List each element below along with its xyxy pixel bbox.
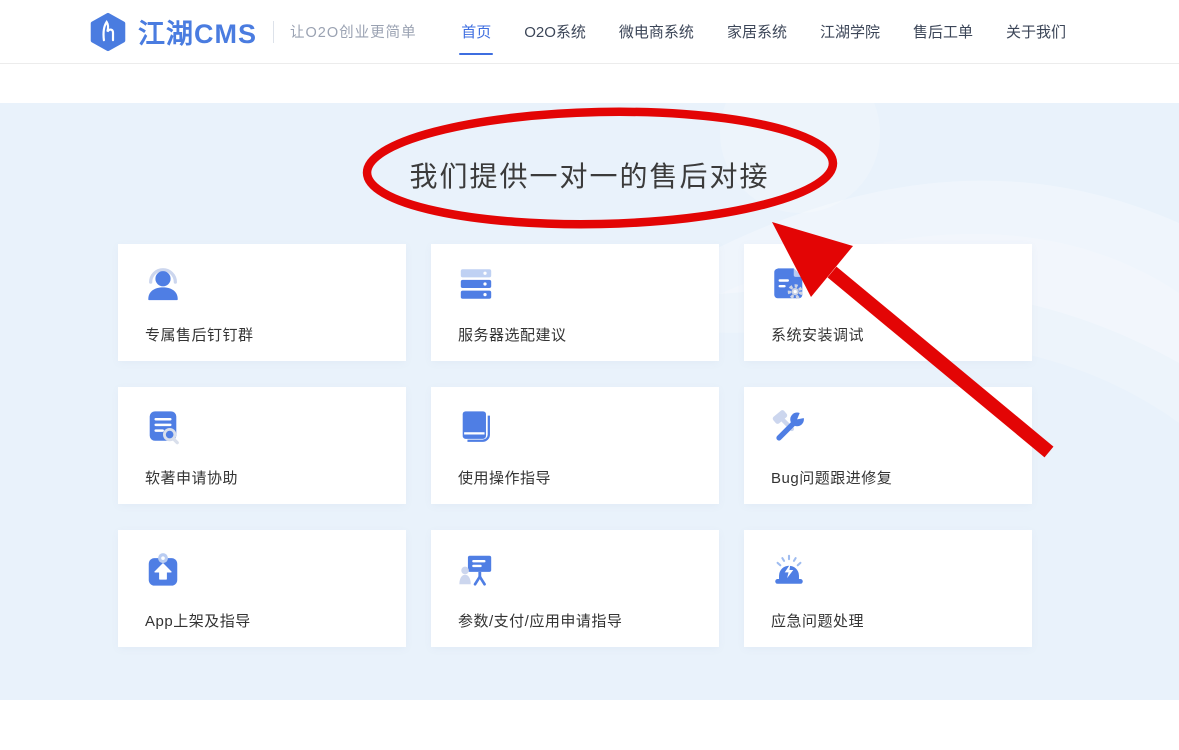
brand-name: 江湖CMS: [138, 12, 257, 51]
card-label: 系统安装调试: [771, 324, 864, 345]
app-upload-icon: [144, 551, 182, 589]
card-bug-fix[interactable]: Bug问题跟进修复: [744, 387, 1032, 504]
card-label: 应急问题处理: [771, 610, 864, 631]
nav-item-o2o-system[interactable]: O2O系统: [523, 17, 587, 46]
nav-item-home[interactable]: 首页: [460, 17, 492, 46]
page: 江湖CMS 让O2O创业更简单 首页 O2O系统 微电商系统 家居系统 江湖学院…: [0, 0, 1179, 750]
presentation-icon: [457, 551, 495, 589]
file-gear-icon: [770, 265, 808, 303]
card-app-publish[interactable]: App上架及指导: [118, 530, 406, 647]
card-label: 专属售后钉钉群: [145, 324, 254, 345]
nav-item-micro-ecommerce[interactable]: 微电商系统: [618, 17, 695, 46]
brand-tagline: 让O2O创业更简单: [290, 21, 417, 42]
hexagon-logo-icon: [88, 12, 128, 52]
card-copyright-assist[interactable]: 软著申请协助: [118, 387, 406, 504]
card-label: 服务器选配建议: [458, 324, 567, 345]
nav-item-about-us[interactable]: 关于我们: [1005, 17, 1067, 46]
card-label: App上架及指导: [145, 610, 251, 631]
card-system-install[interactable]: 系统安装调试: [744, 244, 1032, 361]
card-emergency-handling[interactable]: 应急问题处理: [744, 530, 1032, 647]
main-nav: 首页 O2O系统 微电商系统 家居系统 江湖学院 售后工单 关于我们: [460, 17, 1067, 46]
card-params-payment-guide[interactable]: 参数/支付/应用申请指导: [431, 530, 719, 647]
support-agent-icon: [144, 265, 182, 303]
card-label: 参数/支付/应用申请指导: [458, 610, 622, 631]
card-label: 软著申请协助: [145, 467, 238, 488]
nav-item-academy[interactable]: 江湖学院: [819, 17, 881, 46]
server-icon: [457, 265, 495, 303]
document-search-icon: [144, 408, 182, 446]
brand-logo[interactable]: 江湖CMS 让O2O创业更简单: [88, 12, 417, 52]
card-label: Bug问题跟进修复: [771, 467, 892, 488]
card-usage-guide[interactable]: 使用操作指导: [431, 387, 719, 504]
section-title: 我们提供一对一的售后对接: [0, 155, 1179, 195]
book-icon: [457, 408, 495, 446]
nav-item-aftersale-ticket[interactable]: 售后工单: [912, 17, 974, 46]
card-server-advice[interactable]: 服务器选配建议: [431, 244, 719, 361]
card-dingtalk-group[interactable]: 专属售后钉钉群: [118, 244, 406, 361]
top-navigation-bar: 江湖CMS 让O2O创业更简单 首页 O2O系统 微电商系统 家居系统 江湖学院…: [0, 0, 1179, 64]
hammer-wrench-icon: [770, 408, 808, 446]
service-card-grid: 专属售后钉钉群 服务器选配建议: [118, 244, 1032, 647]
alarm-icon: [770, 551, 808, 589]
brand-divider: [273, 21, 274, 43]
nav-item-home-furnishing[interactable]: 家居系统: [726, 17, 788, 46]
aftersale-section: 我们提供一对一的售后对接 专属售后钉钉群: [0, 103, 1179, 700]
card-label: 使用操作指导: [458, 467, 551, 488]
